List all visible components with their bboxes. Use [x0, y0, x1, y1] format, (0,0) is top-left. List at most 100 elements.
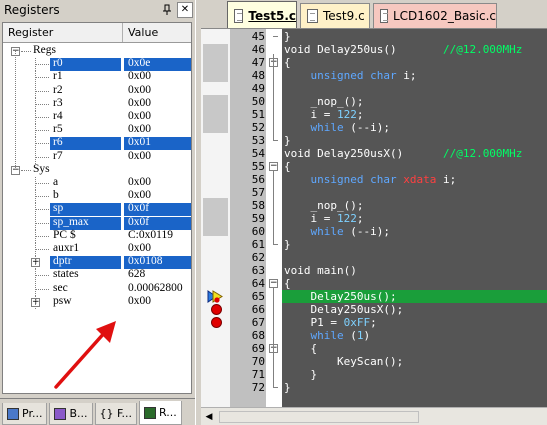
register-row[interactable]: r6 0x01 — [3, 136, 191, 150]
register-row[interactable]: + psw 0x00 — [3, 295, 191, 309]
left-tab-functions[interactable]: {} F... — [94, 403, 138, 425]
code-text[interactable]: { — [284, 160, 291, 173]
code-text[interactable]: unsigned char i; — [284, 69, 417, 82]
code-line[interactable]: 66 Delay250usX(); — [201, 303, 547, 316]
code-text[interactable]: P1 = 0xFF; — [284, 316, 376, 329]
editor-tab[interactable]: Test5.c — [227, 1, 297, 29]
code-line[interactable]: 55 { — [201, 160, 547, 173]
code-text[interactable]: while (--i); — [284, 121, 390, 134]
code-text[interactable]: { — [284, 56, 291, 69]
register-value[interactable]: 628 — [128, 268, 145, 280]
code-line[interactable]: 49 — [201, 82, 547, 95]
column-header-value[interactable]: Value — [123, 23, 191, 42]
register-value[interactable]: 0x00 — [128, 189, 151, 201]
code-line[interactable]: 68 while (1) — [201, 329, 547, 342]
code-line[interactable]: 48 unsigned char i; — [201, 69, 547, 82]
register-value[interactable]: 0x00 — [128, 176, 151, 188]
code-text[interactable]: } — [284, 30, 291, 43]
register-row[interactable]: sp 0x0f — [3, 202, 191, 216]
code-text[interactable]: while (1) — [284, 329, 371, 342]
code-text[interactable]: } — [284, 134, 291, 147]
code-text[interactable]: _nop_(); — [284, 199, 363, 212]
register-row[interactable]: states 628 — [3, 268, 191, 282]
register-value[interactable]: 0x0108 — [128, 255, 163, 267]
code-line[interactable]: 70 KeyScan(); — [201, 355, 547, 368]
left-tab-registers[interactable]: R... — [139, 401, 182, 425]
scroll-left-icon[interactable]: ◀ — [203, 411, 215, 423]
code-text[interactable]: } — [284, 368, 317, 381]
code-line[interactable]: 64 { — [201, 277, 547, 290]
register-row[interactable]: PC $ C:0x0119 — [3, 229, 191, 243]
register-row[interactable]: r2 0x00 — [3, 84, 191, 98]
code-text[interactable]: i = 122; — [284, 212, 363, 225]
code-line[interactable]: 58 _nop_(); — [201, 199, 547, 212]
register-row[interactable]: r7 0x00 — [3, 150, 191, 164]
register-row[interactable]: r1 0x00 — [3, 70, 191, 84]
register-value[interactable]: 0.00062800 — [128, 282, 183, 294]
code-text[interactable]: while (--i); — [284, 225, 390, 238]
pin-icon[interactable] — [159, 2, 175, 18]
code-line[interactable]: 47 { — [201, 56, 547, 69]
code-line[interactable]: 72} — [201, 381, 547, 394]
code-text[interactable]: void main() — [284, 264, 357, 277]
code-line[interactable]: 51 i = 122; — [201, 108, 547, 121]
code-line[interactable]: 52 while (--i); — [201, 121, 547, 134]
code-line[interactable]: 54 void Delay250usX() //@12.000MHz — [201, 147, 547, 160]
code-view[interactable]: − − − − 45} 46 void Delay250us() //@12.000MHz… — [201, 28, 547, 408]
register-value[interactable]: C:0x0119 — [128, 229, 173, 241]
code-line[interactable]: 69 { — [201, 342, 547, 355]
register-row[interactable]: r3 0x00 — [3, 97, 191, 111]
register-row[interactable]: + dptr 0x0108 — [3, 255, 191, 269]
register-value[interactable]: 0x00 — [128, 150, 151, 162]
code-text[interactable]: { — [284, 342, 317, 355]
code-text[interactable]: void Delay250us() //@12.000MHz — [284, 43, 522, 56]
code-text[interactable]: { — [284, 277, 291, 290]
register-row[interactable]: a 0x00 — [3, 176, 191, 190]
scrollbar-thumb[interactable] — [219, 411, 419, 423]
register-row[interactable]: sec 0.00062800 — [3, 282, 191, 296]
code-line[interactable]: 60 while (--i); — [201, 225, 547, 238]
code-line[interactable]: 71 } — [201, 368, 547, 381]
code-line[interactable]: 45} — [201, 30, 547, 43]
code-line[interactable]: 46 void Delay250us() //@12.000MHz — [201, 43, 547, 56]
code-line[interactable]: 61} — [201, 238, 547, 251]
code-line[interactable]: 63 void main() — [201, 264, 547, 277]
code-text[interactable]: _nop_(); — [284, 95, 363, 108]
register-value[interactable]: 0x0e — [128, 57, 150, 69]
register-value[interactable]: 0x00 — [128, 110, 151, 122]
close-icon[interactable]: ✕ — [177, 2, 193, 18]
left-tab-books[interactable]: B... — [49, 403, 93, 425]
register-value[interactable]: 0x00 — [128, 123, 151, 135]
code-text[interactable]: void Delay250usX() //@12.000MHz — [284, 147, 522, 160]
register-row[interactable]: r5 0x00 — [3, 123, 191, 137]
register-row[interactable]: b 0x00 — [3, 189, 191, 203]
editor-tab[interactable]: Test9.c — [300, 3, 370, 28]
code-line[interactable]: 53} — [201, 134, 547, 147]
register-row[interactable]: r0 0x0e — [3, 57, 191, 71]
register-value[interactable]: 0x01 — [128, 136, 151, 148]
code-text[interactable]: Delay250usX(); — [284, 303, 403, 316]
register-row[interactable]: r4 0x00 — [3, 110, 191, 124]
code-line[interactable]: 59 i = 122; — [201, 212, 547, 225]
code-text[interactable]: i = 122; — [284, 108, 363, 121]
register-value[interactable]: 0x00 — [128, 242, 151, 254]
code-line[interactable]: 50 _nop_(); — [201, 95, 547, 108]
register-value[interactable]: 0x00 — [128, 70, 151, 82]
code-text[interactable]: unsigned char xdata i; — [284, 173, 457, 186]
register-value[interactable]: 0x0f — [128, 216, 149, 228]
horizontal-scrollbar[interactable]: ◀ — [201, 407, 547, 425]
code-text[interactable]: KeyScan(); — [284, 355, 403, 368]
code-text[interactable]: } — [284, 238, 291, 251]
editor-tab[interactable]: LCD1602_Basic.c — [373, 3, 497, 28]
register-value[interactable]: 0x00 — [128, 295, 151, 307]
left-tab-project[interactable]: Pr... — [2, 403, 48, 425]
code-line[interactable]: 62 — [201, 251, 547, 264]
code-line[interactable]: 67 P1 = 0xFF; — [201, 316, 547, 329]
code-line[interactable]: 65 Delay250us(); — [201, 290, 547, 303]
code-text[interactable]: } — [284, 381, 291, 394]
code-text[interactable]: Delay250us(); — [284, 290, 396, 303]
register-value[interactable]: 0x00 — [128, 97, 151, 109]
register-row[interactable]: − Sys — [3, 163, 191, 177]
register-row[interactable]: − Regs — [3, 44, 191, 58]
column-header-register[interactable]: Register — [3, 23, 123, 42]
